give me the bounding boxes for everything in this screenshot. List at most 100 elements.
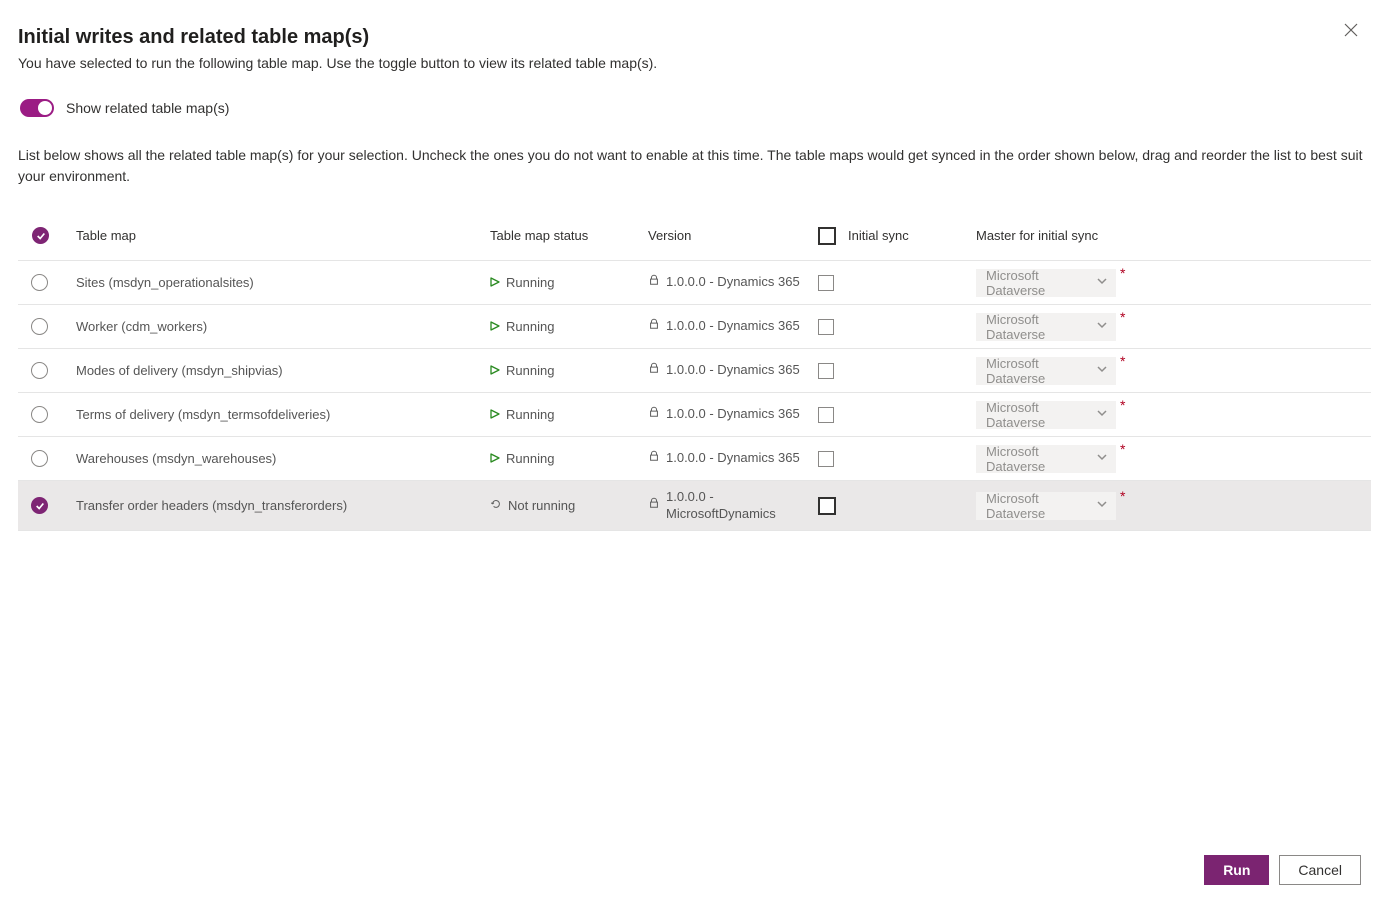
row-select-radio[interactable] [31, 274, 48, 291]
master-dropdown[interactable]: Microsoft Dataverse [976, 269, 1116, 297]
show-related-toggle-label: Show related table map(s) [66, 100, 229, 116]
initial-sync-checkbox[interactable] [818, 451, 834, 467]
page-subtitle: You have selected to run the following t… [18, 55, 1371, 71]
col-version: Version [648, 228, 818, 243]
cancel-button[interactable]: Cancel [1279, 855, 1361, 885]
chevron-down-icon [1096, 275, 1108, 290]
initial-sync-checkbox[interactable] [818, 363, 834, 379]
row-version: 1.0.0.0 - Dynamics 365 [648, 318, 818, 334]
play-icon [490, 319, 500, 334]
row-version: 1.0.0.0 - Dynamics 365 [648, 274, 818, 290]
initial-sync-checkbox[interactable] [818, 497, 836, 515]
row-select-radio[interactable] [31, 497, 48, 514]
master-dropdown[interactable]: Microsoft Dataverse [976, 492, 1116, 520]
row-status: Running [490, 275, 648, 290]
table-row[interactable]: Modes of delivery (msdyn_shipvias) Runnin… [18, 349, 1371, 393]
page-title: Initial writes and related table map(s) [18, 26, 1371, 49]
chevron-down-icon [1096, 498, 1108, 513]
dialog: Initial writes and related table map(s) … [0, 0, 1389, 907]
required-asterisk: * [1120, 397, 1125, 413]
row-status-label: Running [506, 407, 554, 422]
row-status-label: Not running [508, 498, 575, 513]
row-name: Sites (msdyn_operationalsites) [76, 275, 490, 290]
master-dropdown[interactable]: Microsoft Dataverse [976, 445, 1116, 473]
row-version-label: 1.0.0.0 - Dynamics 365 [666, 362, 800, 378]
run-button[interactable]: Run [1204, 855, 1269, 885]
table-row[interactable]: Worker (cdm_workers) Running 1.0.0.0 - Dyn… [18, 305, 1371, 349]
header-check-icon[interactable] [18, 227, 76, 244]
row-status-label: Running [506, 319, 554, 334]
lock-icon [648, 318, 660, 334]
play-icon [490, 363, 500, 378]
row-version: 1.0.0.0 - MicrosoftDynamics [648, 489, 818, 522]
close-icon[interactable] [1343, 22, 1361, 40]
master-dropdown-label: Microsoft Dataverse [986, 444, 1096, 474]
initial-sync-checkbox[interactable] [818, 407, 834, 423]
master-dropdown[interactable]: Microsoft Dataverse [976, 313, 1116, 341]
row-version-label: 1.0.0.0 - Dynamics 365 [666, 274, 800, 290]
row-name: Warehouses (msdyn_warehouses) [76, 451, 490, 466]
master-dropdown-label: Microsoft Dataverse [986, 312, 1096, 342]
lock-icon [648, 274, 660, 290]
row-name: Worker (cdm_workers) [76, 319, 490, 334]
row-select-radio[interactable] [31, 406, 48, 423]
table-row[interactable]: Transfer order headers (msdyn_transferor… [18, 481, 1371, 531]
row-status: Not running [490, 498, 648, 513]
row-version-label: 1.0.0.0 - Dynamics 365 [666, 406, 800, 422]
show-related-toggle-row: Show related table map(s) [20, 99, 1371, 117]
row-version: 1.0.0.0 - Dynamics 365 [648, 406, 818, 422]
initial-sync-checkbox[interactable] [818, 319, 834, 335]
description-text: List below shows all the related table m… [18, 145, 1371, 187]
row-status: Running [490, 363, 648, 378]
col-status: Table map status [490, 228, 648, 243]
table: Table map Table map status Version Initi… [18, 211, 1371, 531]
required-asterisk: * [1120, 441, 1125, 457]
master-dropdown-label: Microsoft Dataverse [986, 268, 1096, 298]
row-version: 1.0.0.0 - Dynamics 365 [648, 362, 818, 378]
lock-icon [648, 450, 660, 466]
row-select-radio[interactable] [31, 450, 48, 467]
row-status-label: Running [506, 363, 554, 378]
row-version-label: 1.0.0.0 - MicrosoftDynamics [666, 489, 818, 522]
master-dropdown-label: Microsoft Dataverse [986, 356, 1096, 386]
row-name: Modes of delivery (msdyn_shipvias) [76, 363, 490, 378]
header-initial-sync-checkbox[interactable] [818, 227, 848, 245]
row-version-label: 1.0.0.0 - Dynamics 365 [666, 318, 800, 334]
play-icon [490, 275, 500, 290]
col-initial-sync: Initial sync [848, 228, 976, 243]
chevron-down-icon [1096, 319, 1108, 334]
table-row[interactable]: Terms of delivery (msdyn_termsofdeliveri… [18, 393, 1371, 437]
show-related-toggle[interactable] [20, 99, 54, 117]
row-status: Running [490, 407, 648, 422]
dialog-footer: Run Cancel [1204, 855, 1361, 885]
row-version: 1.0.0.0 - Dynamics 365 [648, 450, 818, 466]
row-name: Transfer order headers (msdyn_transferor… [76, 498, 490, 513]
required-asterisk: * [1120, 488, 1125, 504]
required-asterisk: * [1120, 309, 1125, 325]
lock-icon [648, 406, 660, 422]
col-table-map: Table map [76, 228, 490, 243]
row-status: Running [490, 451, 648, 466]
row-status-label: Running [506, 451, 554, 466]
row-select-radio[interactable] [31, 318, 48, 335]
chevron-down-icon [1096, 451, 1108, 466]
required-asterisk: * [1120, 353, 1125, 369]
chevron-down-icon [1096, 407, 1108, 422]
not-running-icon [490, 498, 502, 513]
col-master: Master for initial sync [976, 228, 1176, 243]
master-dropdown[interactable]: Microsoft Dataverse [976, 357, 1116, 385]
master-dropdown-label: Microsoft Dataverse [986, 491, 1096, 521]
required-asterisk: * [1120, 265, 1125, 281]
master-dropdown[interactable]: Microsoft Dataverse [976, 401, 1116, 429]
row-status-label: Running [506, 275, 554, 290]
table-header: Table map Table map status Version Initi… [18, 211, 1371, 261]
play-icon [490, 407, 500, 422]
row-version-label: 1.0.0.0 - Dynamics 365 [666, 450, 800, 466]
table-row[interactable]: Sites (msdyn_operationalsites) Running 1.0… [18, 261, 1371, 305]
row-select-radio[interactable] [31, 362, 48, 379]
table-row[interactable]: Warehouses (msdyn_warehouses) Running 1.0.… [18, 437, 1371, 481]
lock-icon [648, 497, 660, 513]
initial-sync-checkbox[interactable] [818, 275, 834, 291]
row-status: Running [490, 319, 648, 334]
chevron-down-icon [1096, 363, 1108, 378]
